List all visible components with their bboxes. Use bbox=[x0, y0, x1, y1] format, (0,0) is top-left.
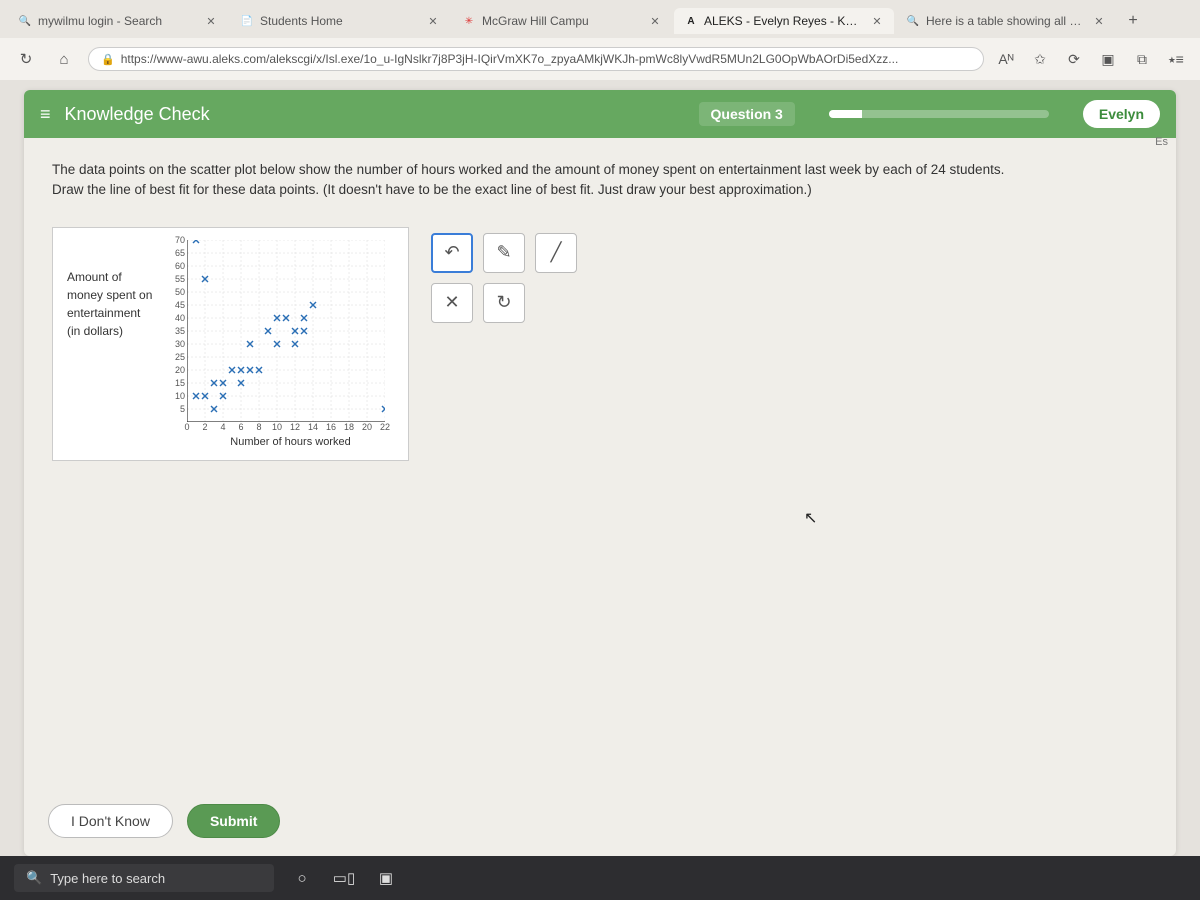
user-badge[interactable]: Evelyn bbox=[1083, 100, 1160, 128]
tab-label: Here is a table showing all cards bbox=[926, 14, 1086, 28]
search-icon: 🔍 bbox=[18, 14, 32, 28]
plot-area: 510152025303540455055606570 024681012141… bbox=[187, 240, 394, 448]
cortana-icon[interactable]: ○ bbox=[288, 864, 316, 892]
page-title: Knowledge Check bbox=[65, 104, 210, 125]
task-view-icon[interactable]: ▭▯ bbox=[330, 864, 358, 892]
url-input[interactable]: 🔒 https://www-awu.aleks.com/alekscgi/x/I… bbox=[88, 47, 984, 71]
cursor-icon: ↖ bbox=[804, 508, 817, 528]
tab-mcgraw[interactable]: ✳ McGraw Hill Campu ✕ bbox=[452, 8, 672, 34]
tab-label: McGraw Hill Campu bbox=[482, 14, 642, 28]
aleks-app: ≡ Knowledge Check Question 3 Evelyn Es T… bbox=[24, 90, 1176, 856]
delete-tool[interactable]: ✕ bbox=[431, 283, 473, 323]
y-ticks: 510152025303540455055606570 bbox=[165, 240, 185, 422]
close-icon[interactable]: ✕ bbox=[1092, 14, 1106, 28]
x-axis-label: Number of hours worked bbox=[187, 436, 394, 448]
reset-tool[interactable]: ↻ bbox=[483, 283, 525, 323]
add-favorite-icon[interactable]: ⭑≡ bbox=[1164, 47, 1188, 71]
toolbar-right: Aᴺ ✩ ⟳ ▣ ⧉ ⭑≡ bbox=[994, 47, 1188, 71]
windows-taskbar: 🔍 Type here to search ○ ▭▯ ▣ bbox=[0, 856, 1200, 900]
tab-table-cards[interactable]: 🔍 Here is a table showing all cards ✕ bbox=[896, 8, 1116, 34]
tab-label: mywilmu login - Search bbox=[38, 14, 198, 28]
pen-tool[interactable]: ✎ bbox=[483, 233, 525, 273]
tab-mywilmu[interactable]: 🔍 mywilmu login - Search ✕ bbox=[8, 8, 228, 34]
favorites-icon[interactable]: ✩ bbox=[1028, 47, 1052, 71]
read-aloud-icon[interactable]: Aᴺ bbox=[994, 47, 1018, 71]
idk-button[interactable]: I Don't Know bbox=[48, 804, 173, 838]
x-ticks: 0246810121416182022 bbox=[187, 422, 394, 432]
url-text: https://www-awu.aleks.com/alekscgi/x/Isl… bbox=[121, 52, 899, 66]
search-icon: 🔍 bbox=[26, 870, 42, 886]
delete-icon: ✕ bbox=[444, 292, 459, 313]
undo-icon: ↶ bbox=[444, 242, 459, 263]
progress-fill bbox=[829, 110, 862, 118]
tab-label: ALEKS - Evelyn Reyes - Knowled bbox=[704, 14, 864, 28]
prompt-line-2: Draw the line of best fit for these data… bbox=[52, 180, 1148, 200]
address-bar: ↻ ⌂ 🔒 https://www-awu.aleks.com/alekscgi… bbox=[0, 38, 1200, 80]
collections-icon[interactable]: ⧉ bbox=[1130, 47, 1154, 71]
tab-label: Students Home bbox=[260, 14, 420, 28]
close-icon[interactable]: ✕ bbox=[648, 14, 662, 28]
app-icon[interactable]: ▣ bbox=[372, 864, 400, 892]
browser-tab-strip: 🔍 mywilmu login - Search ✕ 📄 Students Ho… bbox=[0, 0, 1200, 38]
work-area: Amount of money spent on entertainment (… bbox=[52, 227, 1148, 461]
refresh-button[interactable]: ↻ bbox=[12, 45, 40, 73]
sync-icon[interactable]: ⟳ bbox=[1062, 47, 1086, 71]
action-buttons: I Don't Know Submit bbox=[24, 790, 1176, 856]
tab-aleks[interactable]: A ALEKS - Evelyn Reyes - Knowled ✕ bbox=[674, 8, 894, 34]
question-content: Es The data points on the scatter plot b… bbox=[24, 138, 1176, 790]
scatter-plot[interactable]: Amount of money spent on entertainment (… bbox=[52, 227, 409, 461]
asterisk-icon: ✳ bbox=[462, 14, 476, 28]
line-icon: ╱ bbox=[551, 242, 562, 263]
extension-icon[interactable]: ▣ bbox=[1096, 47, 1120, 71]
plot-svg[interactable] bbox=[187, 240, 385, 422]
home-button[interactable]: ⌂ bbox=[50, 45, 78, 73]
close-icon[interactable]: ✕ bbox=[870, 14, 884, 28]
menu-icon[interactable]: ≡ bbox=[40, 104, 51, 125]
tab-students-home[interactable]: 📄 Students Home ✕ bbox=[230, 8, 450, 34]
search-icon: 🔍 bbox=[906, 14, 920, 28]
taskbar-search[interactable]: 🔍 Type here to search bbox=[14, 864, 274, 892]
close-icon[interactable]: ✕ bbox=[204, 14, 218, 28]
page-viewport: ≡ Knowledge Check Question 3 Evelyn Es T… bbox=[0, 80, 1200, 856]
close-icon[interactable]: ✕ bbox=[426, 14, 440, 28]
y-axis-label: Amount of money spent on entertainment (… bbox=[67, 240, 177, 448]
app-header: ≡ Knowledge Check Question 3 Evelyn bbox=[24, 90, 1176, 138]
tool-palette: ↶ ✎ ╱ ✕ ↻ bbox=[431, 227, 577, 323]
pen-icon: ✎ bbox=[496, 242, 511, 263]
lock-icon: 🔒 bbox=[101, 53, 115, 66]
progress-bar bbox=[829, 110, 1049, 118]
new-tab-button[interactable]: + bbox=[1118, 6, 1148, 36]
aleks-icon: A bbox=[684, 14, 698, 28]
prompt-line-1: The data points on the scatter plot belo… bbox=[52, 160, 1148, 180]
reset-icon: ↻ bbox=[496, 292, 511, 313]
undo-tool[interactable]: ↶ bbox=[431, 233, 473, 273]
page-icon: 📄 bbox=[240, 14, 254, 28]
language-tag[interactable]: Es bbox=[1155, 136, 1168, 148]
question-label: Question 3 bbox=[699, 102, 795, 126]
submit-button[interactable]: Submit bbox=[187, 804, 280, 838]
search-placeholder: Type here to search bbox=[50, 871, 165, 886]
line-tool[interactable]: ╱ bbox=[535, 233, 577, 273]
